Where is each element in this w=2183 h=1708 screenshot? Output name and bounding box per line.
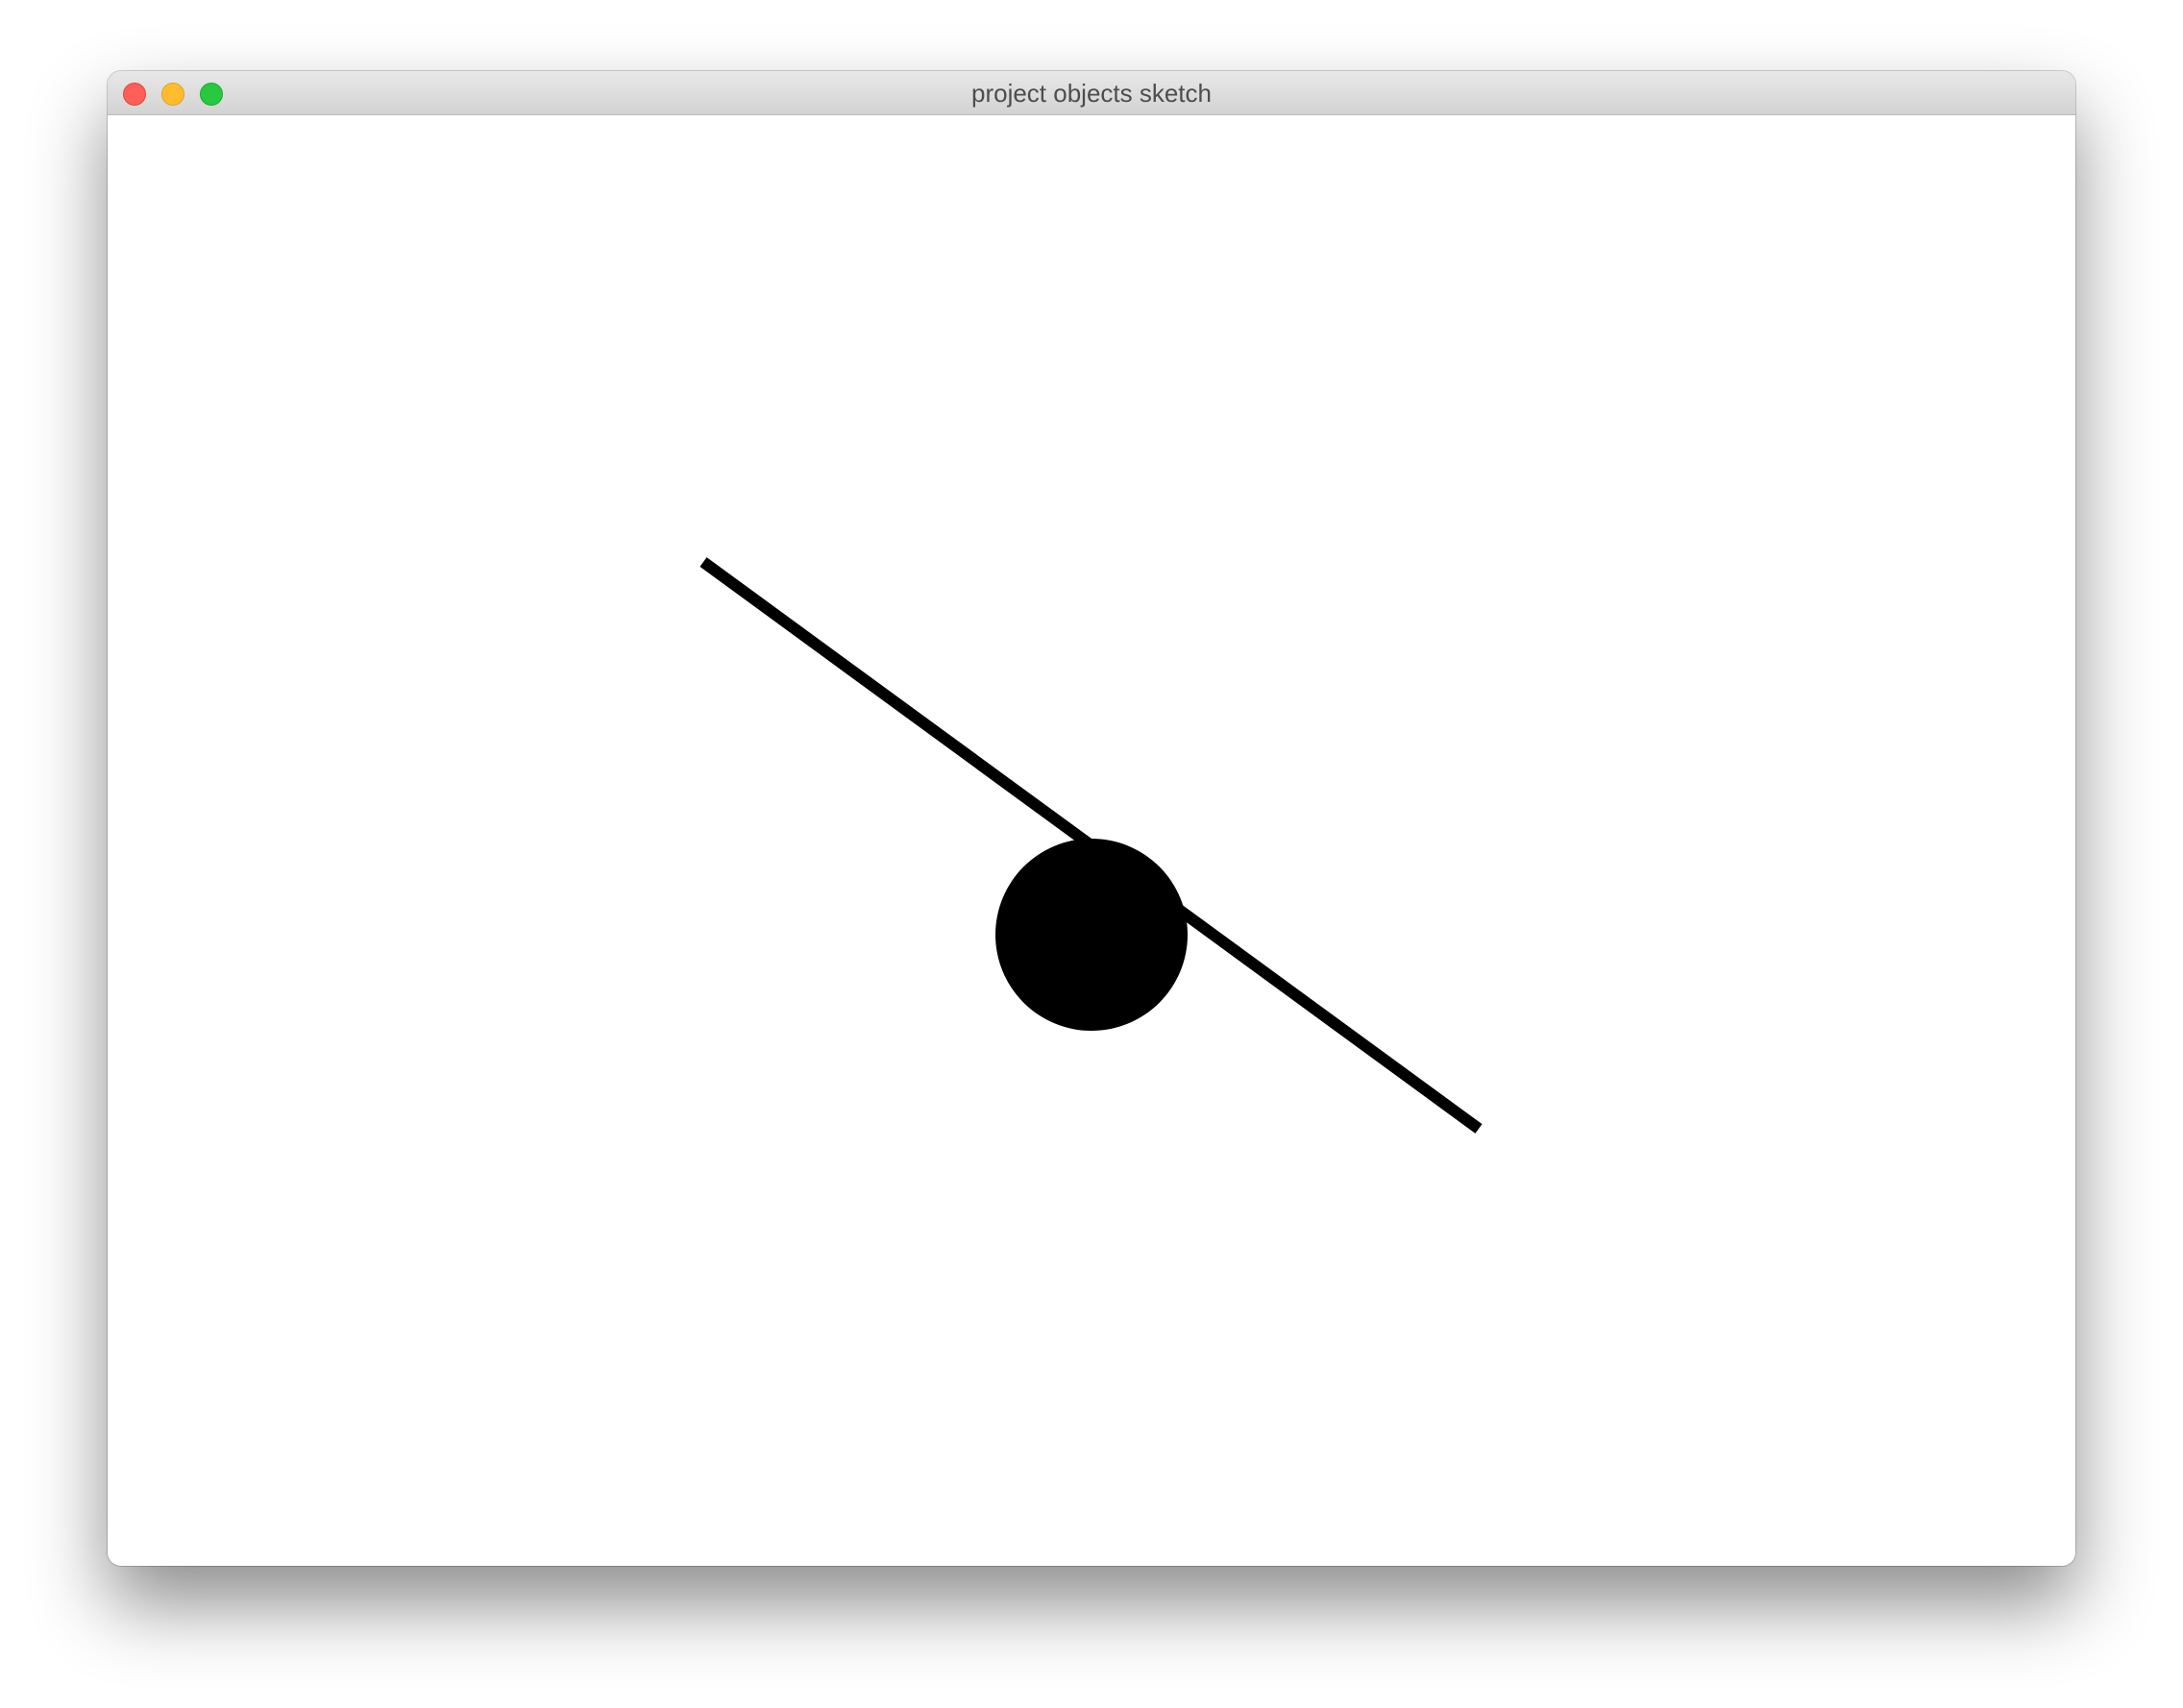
- sketch-svg: [699, 557, 1483, 1134]
- app-window: project objects sketch: [108, 71, 2075, 1566]
- title-bar[interactable]: project objects sketch: [108, 71, 2075, 115]
- sketch-circle: [995, 839, 1188, 1031]
- window-title: project objects sketch: [970, 79, 1212, 108]
- sketch-canvas[interactable]: [108, 115, 2075, 1566]
